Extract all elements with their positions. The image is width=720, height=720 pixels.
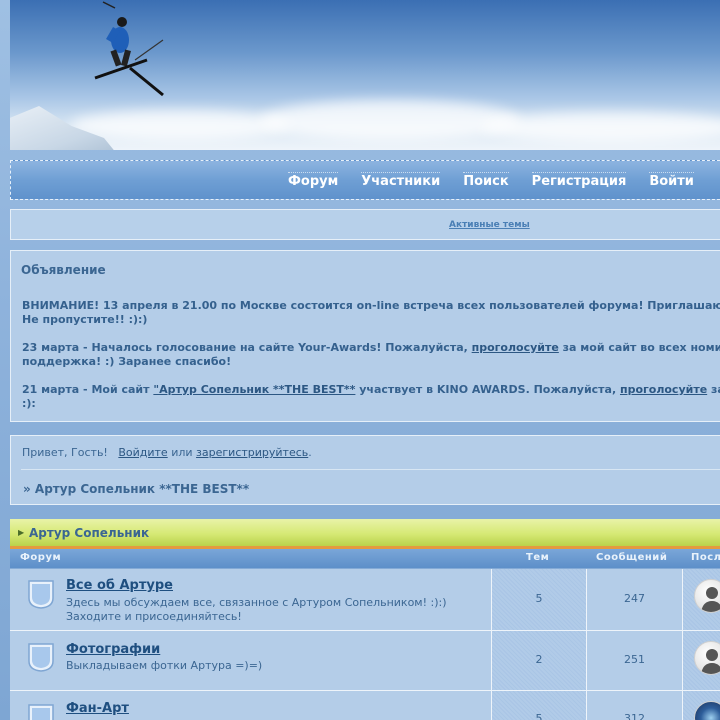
forum-icon	[28, 580, 54, 609]
login-link[interactable]: Войдите	[118, 446, 167, 459]
greeting-text: Привет, Гость!	[22, 446, 108, 459]
announcement-line: :):	[22, 397, 36, 410]
announcement-text: за	[711, 383, 720, 396]
announcement-text: 23 марта - Началось голосование на сайте…	[22, 341, 472, 354]
divider	[21, 469, 720, 470]
topics-count: 2	[491, 631, 587, 690]
vote-link-2[interactable]: проголосуйте	[620, 383, 707, 396]
posts-count: 312	[624, 712, 645, 720]
breadcrumb: » Артур Сопельник **THE BEST**	[23, 482, 250, 496]
nav-search[interactable]: Поиск	[463, 161, 510, 201]
announcement-box: Объявление ВНИМАНИЕ! 13 апреля в 21.00 п…	[10, 250, 720, 422]
forum-icon	[28, 704, 54, 720]
table-row: Фотографии Выкладываем фотки Артура =)=)…	[10, 631, 720, 691]
avatar[interactable]	[694, 641, 720, 675]
greeting-box: Привет, Гость! Войдите или зарегистрируй…	[10, 435, 720, 505]
topics-count: 5	[491, 569, 587, 630]
last-post-cell	[682, 691, 720, 720]
nav-login[interactable]: Войти	[649, 161, 694, 201]
last-post-cell	[682, 569, 720, 630]
topics-count: 5	[491, 691, 587, 720]
posts-count: 247	[624, 592, 645, 605]
col-topics: Тем	[526, 552, 550, 563]
active-topics-bar: Активные темы	[10, 209, 720, 240]
forum-link[interactable]: Все об Артуре	[66, 578, 173, 593]
category-header: ▶ Артур Сопельник	[10, 519, 720, 549]
col-posts: Сообщений	[596, 552, 668, 563]
header-banner	[10, 0, 720, 150]
announcement-text: за мой сайт во всех номи	[558, 341, 720, 354]
forum-description: Здесь мы обсуждаем все, связанное с Арту…	[66, 596, 447, 609]
forum-cell: Фан-Арт	[10, 691, 491, 720]
nav-register[interactable]: Регистрация	[531, 161, 626, 201]
forum-description: Выкладываем фотки Артура =)=)	[66, 659, 263, 672]
announcement-line: 23 марта - Началось голосование на сайте…	[22, 341, 720, 355]
register-link[interactable]: зарегистрируйтесь	[196, 446, 308, 459]
announcement-line: Не пропустите!! :):)	[22, 313, 148, 326]
avatar[interactable]	[694, 701, 720, 720]
announcement-text: участвует в KINO AWARDS. Пожалуйста,	[355, 383, 620, 396]
forum-cell: Все об Артуре Здесь мы обсуждаем все, св…	[10, 569, 491, 630]
user-silhouette-icon	[701, 649, 720, 674]
table-row: Фан-Арт 5 312	[10, 691, 720, 720]
col-last: Посл	[691, 552, 720, 563]
announcement-title: Объявление	[21, 263, 106, 277]
greeting-or: или	[171, 446, 193, 459]
table-header: Форум Тем Сообщений Посл	[10, 549, 720, 568]
vote-link[interactable]: проголосуйте	[472, 341, 559, 354]
announcement-line: 21 марта - Мой сайт "Артур Сопельник **T…	[22, 383, 720, 397]
nav-forum[interactable]: Форум	[288, 161, 339, 201]
avatar[interactable]	[694, 579, 720, 613]
forum-link[interactable]: Фан-Арт	[66, 701, 129, 716]
main-nav: Форум Участники Поиск Регистрация Войти	[10, 160, 720, 200]
user-silhouette-icon	[701, 587, 720, 612]
posts-count: 251	[624, 653, 645, 666]
greeting-line: Привет, Гость! Войдите или зарегистрируй…	[22, 446, 312, 459]
greeting-dot: .	[308, 446, 312, 459]
announcement-line: поддержка! :) Заранее спасибо!	[22, 355, 232, 368]
forum-link[interactable]: Фотографии	[66, 642, 160, 657]
last-post-cell	[682, 631, 720, 690]
nav-members[interactable]: Участники	[361, 161, 440, 201]
forum-icon	[28, 643, 54, 672]
forum-cell: Фотографии Выкладываем фотки Артура =)=)	[10, 631, 491, 690]
forum-description: Заходите и присоединяйтесь!	[66, 610, 242, 623]
col-forum: Форум	[20, 552, 62, 563]
site-link[interactable]: "Артур Сопельник **THE BEST**	[153, 383, 355, 396]
table-row: Все об Артуре Здесь мы обсуждаем все, св…	[10, 569, 720, 631]
category-title[interactable]: Артур Сопельник	[29, 526, 149, 540]
announcement-text: 21 марта - Мой сайт	[22, 383, 154, 396]
collapse-arrow-icon[interactable]: ▶	[18, 528, 24, 537]
active-topics-link[interactable]: Активные темы	[449, 220, 530, 230]
announcement-line: ВНИМАНИЕ! 13 апреля в 21.00 по Москве со…	[22, 299, 720, 312]
skier-image	[94, 1, 164, 97]
